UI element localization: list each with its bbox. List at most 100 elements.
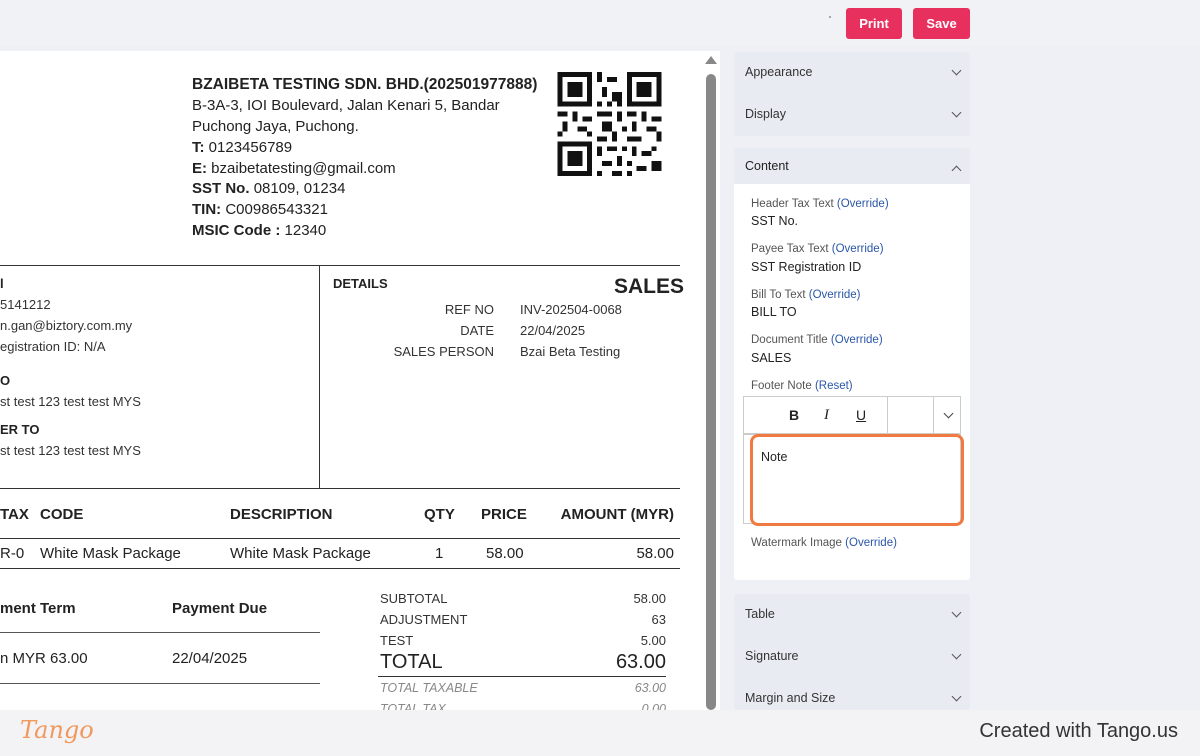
total-tax-label: TOTAL TAX [380, 702, 446, 710]
table-cell-code: White Mask Package [40, 545, 181, 562]
chevron-down-icon[interactable] [943, 408, 954, 419]
override-link[interactable]: (Override) [845, 537, 897, 549]
company-tin: TIN: C00986543321 [192, 201, 328, 218]
divider [0, 538, 680, 539]
payment-term-value: n MYR 63.00 [0, 650, 88, 667]
divider [378, 676, 666, 677]
header-tax-text-label: Header Tax Text (Override) [751, 198, 889, 210]
test-value: 5.00 [640, 633, 666, 648]
document-title-value: SALES [751, 351, 792, 365]
table-header-price: PRICE [481, 506, 527, 523]
company-address-2: Puchong Jaya, Puchong. [192, 118, 359, 135]
print-button[interactable]: Print [846, 8, 902, 39]
table-header-tax: TAX [0, 506, 29, 523]
payment-term-header: ment Term [0, 600, 76, 617]
tango-credit: Created with Tango.us [979, 720, 1178, 742]
save-button[interactable]: Save [913, 8, 970, 39]
bill-to-phone: 5141212 [0, 297, 51, 312]
qr-code-icon [557, 72, 662, 176]
deliver-to-address: st test 123 test test MYS [0, 443, 141, 458]
chevron-down-icon [951, 691, 962, 702]
override-link[interactable]: (Override) [837, 198, 889, 210]
underline-button[interactable]: U [856, 407, 866, 423]
company-msic: MSIC Code : 12340 [192, 222, 327, 239]
table-header-description: DESCRIPTION [230, 506, 333, 523]
company-sst: SST No. 08109, 01234 [192, 180, 346, 197]
table-header-amount: AMOUNT (MYR) [560, 506, 674, 523]
company-address-1: B-3A-3, IOI Boulevard, Jalan Kenari 5, B… [192, 97, 500, 114]
table-cell-amount: 58.00 [636, 545, 674, 562]
payee-tax-text-value: SST Registration ID [751, 260, 862, 274]
content-section-header[interactable]: Content [734, 148, 970, 184]
chevron-down-icon [951, 649, 962, 660]
divider [0, 632, 320, 633]
document-title: SALES [614, 275, 685, 298]
scrollbar-thumb[interactable] [706, 74, 716, 710]
footer-note-text[interactable]: Note [761, 450, 787, 464]
top-toolbar [0, 0, 1200, 46]
footer-note-label: Footer Note (Reset) [751, 380, 853, 392]
deliver-to-heading: ER TO [0, 422, 40, 437]
content-label: Content [745, 159, 789, 173]
toolbar-separator [933, 397, 934, 433]
appearance-section[interactable]: Appearance [734, 52, 970, 94]
document-preview[interactable]: BZAIBETA TESTING SDN. BHD.(202501977888)… [0, 51, 702, 710]
divider [0, 488, 680, 489]
divider [0, 265, 680, 266]
bill-to-email: n.gan@biztory.com.my [0, 318, 133, 333]
adjustment-value: 63 [651, 612, 666, 627]
settings-group-top: Appearance Display [734, 52, 970, 136]
ship-to-heading: O [0, 373, 11, 388]
subtotal-value: 58.00 [633, 591, 666, 606]
bill-to-registration: egistration ID: N/A [0, 339, 106, 354]
table-cell-qty: 1 [435, 545, 444, 562]
reset-link[interactable]: (Reset) [815, 380, 853, 392]
signature-label: Signature [745, 649, 799, 663]
toolbar-separator [887, 397, 888, 433]
ref-no-value: INV-202504-0068 [520, 302, 622, 317]
subtotal-label: SUBTOTAL [380, 591, 448, 606]
editor-toolbar: B I U [743, 396, 961, 434]
company-email: E: bzaibetatesting@gmail.com [192, 160, 396, 177]
table-cell-tax: R-0 [0, 545, 25, 562]
table-cell-description: White Mask Package [230, 545, 371, 562]
chevron-down-icon [951, 65, 962, 76]
settings-group-bottom: Table Signature Margin and Size [734, 594, 970, 710]
bold-button[interactable]: B [789, 407, 799, 423]
override-link[interactable]: (Override) [832, 243, 884, 255]
bill-to-text-label: Bill To Text (Override) [751, 289, 861, 301]
bill-to-name: l [0, 276, 4, 291]
company-name: BZAIBETA TESTING SDN. BHD.(202501977888) [192, 76, 538, 93]
ship-to-address: st test 123 test test MYS [0, 394, 141, 409]
header-tax-text-value: SST No. [751, 214, 799, 228]
table-label: Table [745, 607, 775, 621]
divider [0, 683, 320, 684]
italic-button[interactable]: I [824, 407, 829, 424]
adjustment-label: ADJUSTMENT [380, 612, 468, 627]
ref-no-label: REF NO [444, 302, 494, 317]
display-section[interactable]: Display [734, 94, 970, 136]
override-link[interactable]: (Override) [831, 334, 883, 346]
toolbar-dot [829, 16, 831, 18]
override-link[interactable]: (Override) [809, 289, 861, 301]
chevron-up-icon [951, 165, 962, 176]
date-value: 22/04/2025 [520, 323, 586, 338]
signature-section[interactable]: Signature [734, 636, 970, 678]
scroll-up-icon[interactable] [705, 56, 717, 64]
margin-size-label: Margin and Size [745, 691, 836, 705]
total-taxable-value: 63.00 [634, 681, 666, 695]
chevron-down-icon [951, 107, 962, 118]
total-tax-value: 0.00 [641, 702, 666, 710]
watermark-image-label: Watermark Image (Override) [751, 537, 897, 549]
table-section[interactable]: Table [734, 594, 970, 636]
document-title-label: Document Title (Override) [751, 334, 883, 346]
focus-highlight [750, 434, 964, 526]
details-heading: DETAILS [333, 276, 388, 291]
sales-person-value: Bzai Beta Testing [520, 344, 621, 359]
divider [0, 568, 680, 569]
display-label: Display [745, 107, 786, 121]
chevron-down-icon [951, 607, 962, 618]
payment-due-header: Payment Due [172, 600, 268, 617]
appearance-label: Appearance [745, 65, 813, 79]
bill-to-text-value: BILL TO [751, 305, 797, 319]
